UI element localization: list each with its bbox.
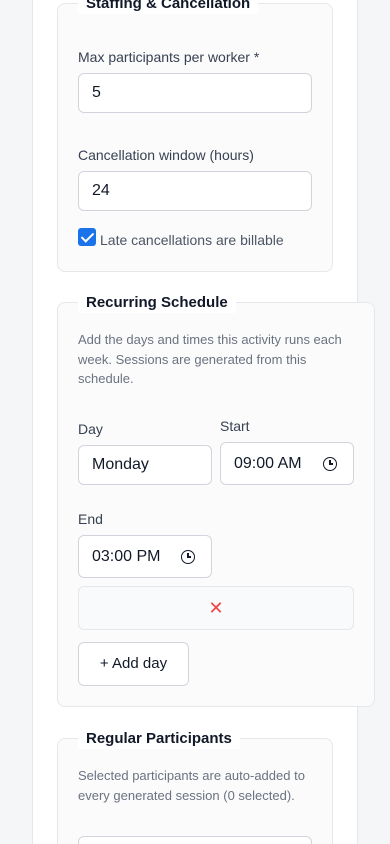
max-participants-label: Max participants per worker * [78, 49, 260, 65]
clock-icon[interactable] [323, 457, 337, 471]
cancellation-window-label: Cancellation window (hours) [78, 147, 254, 163]
add-day-button[interactable]: + Add day [78, 642, 189, 686]
max-participants-input[interactable]: 5 [78, 73, 312, 113]
end-time-value: 03:00 PM [92, 548, 161, 565]
remove-day-button[interactable]: ✕ [78, 586, 354, 630]
schedule-help-text: Add the days and times this activity run… [78, 332, 342, 386]
end-time-input[interactable]: 03:00 PM [78, 535, 212, 578]
start-label: Start [220, 418, 250, 434]
participants-selector[interactable] [78, 836, 312, 844]
participants-help-text: Selected participants are auto-added to … [78, 768, 305, 803]
start-time-input[interactable]: 09:00 AM [220, 442, 354, 485]
schedule-section-title: Recurring Schedule [78, 293, 236, 313]
cancellation-window-input[interactable]: 24 [78, 171, 312, 211]
clock-icon[interactable] [181, 550, 195, 564]
close-icon: ✕ [208, 598, 224, 618]
day-label: Day [78, 421, 103, 437]
day-input[interactable]: Monday [78, 445, 212, 485]
end-label: End [78, 511, 103, 527]
staffing-section-title: Staffing & Cancellation [78, 0, 259, 14]
late-cancellations-checkbox[interactable] [78, 228, 96, 246]
start-time-value: 09:00 AM [234, 455, 302, 472]
late-cancellations-label: Late cancellations are billable [100, 232, 284, 248]
participants-section-title: Regular Participants [78, 729, 240, 749]
